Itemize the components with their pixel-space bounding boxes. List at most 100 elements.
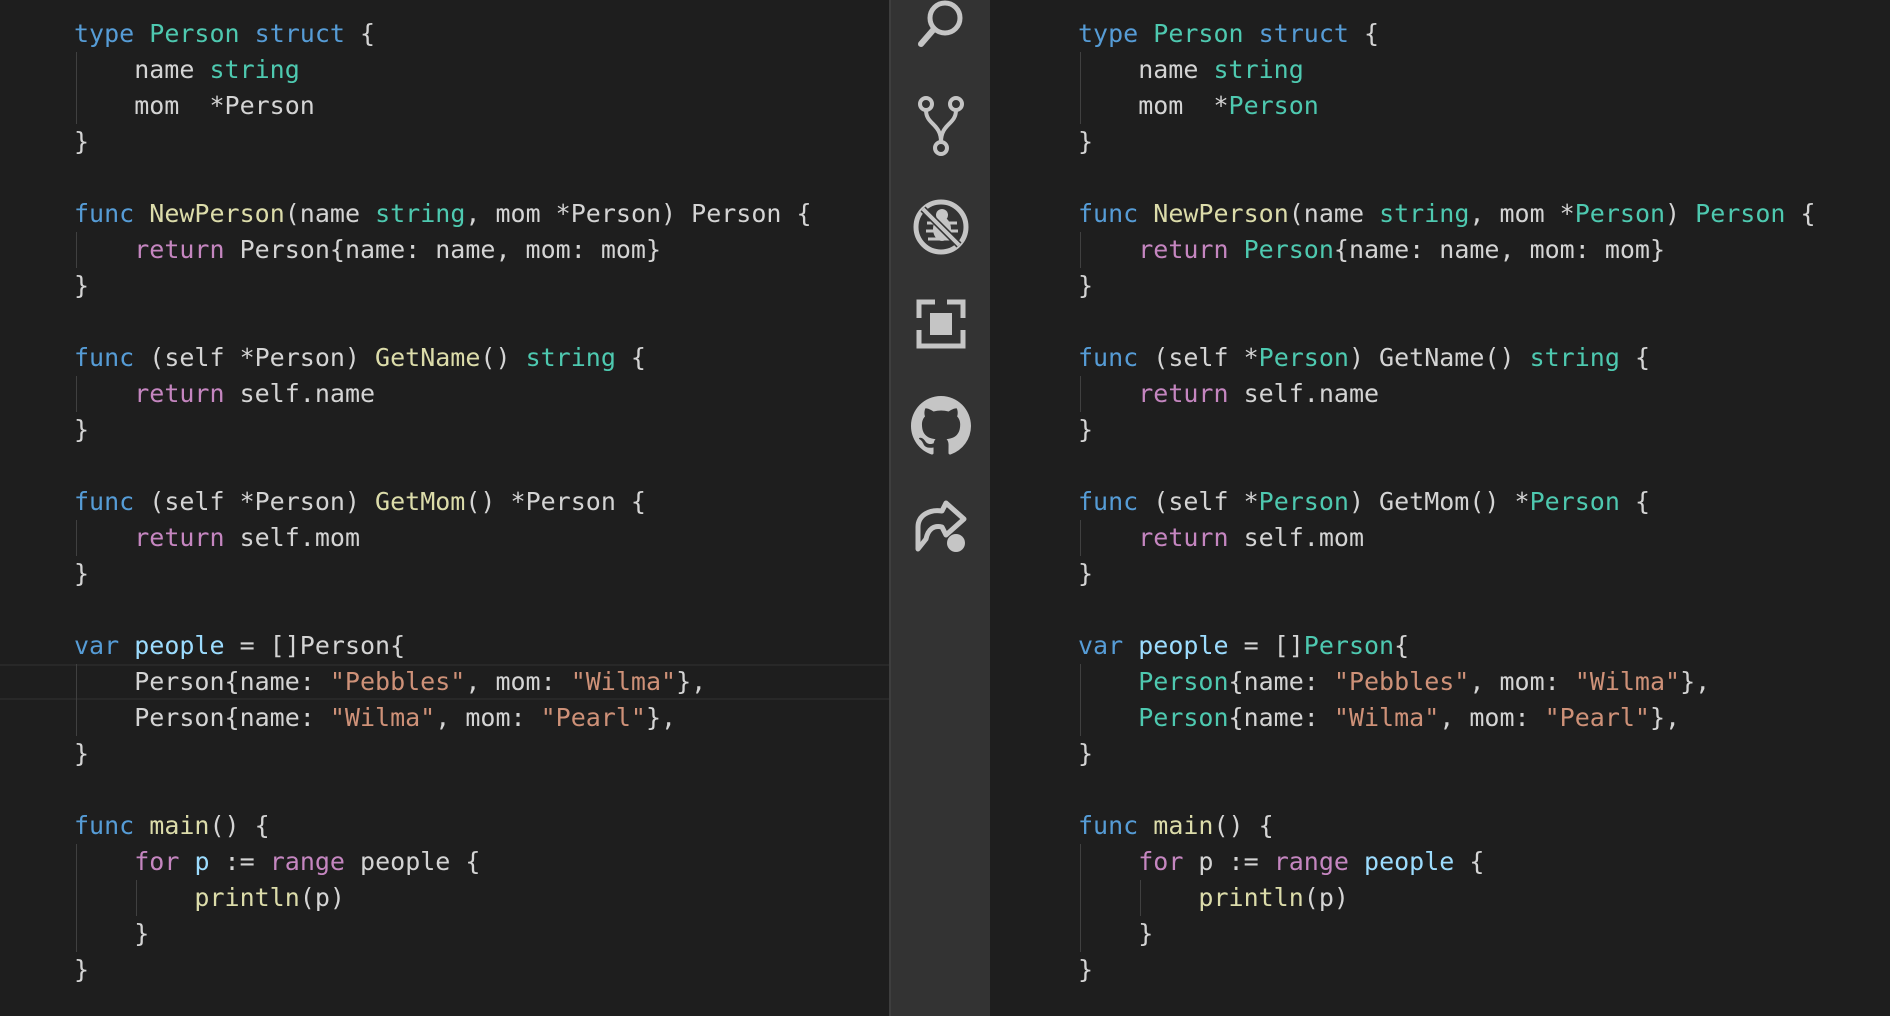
code-token: () [480, 343, 526, 372]
code-area[interactable]: type Person struct { name string mom *Pe… [0, 16, 889, 988]
code-token: } [74, 919, 150, 948]
code-area[interactable]: type Person struct { name string mom *Pe… [1078, 16, 1816, 988]
code-line[interactable]: Person{name: "Wilma", mom: "Pearl"}, [1078, 700, 1816, 736]
code-line[interactable]: mom *Person [1078, 88, 1816, 124]
code-line[interactable]: Person{name: "Wilma", mom: "Pearl"}, [74, 700, 812, 736]
github-icon[interactable] [891, 396, 990, 456]
indent-guide [76, 52, 77, 124]
code-token: } [1078, 955, 1094, 984]
code-token: {name: name, mom: mom} [1333, 235, 1666, 264]
code-line[interactable] [74, 448, 812, 484]
debug-icon[interactable] [891, 196, 990, 258]
code-line[interactable]: type Person struct { [74, 16, 812, 52]
code-line[interactable]: var people = []Person{ [1078, 628, 1816, 664]
code-token: for [134, 847, 180, 876]
code-line[interactable]: func NewPerson(name string, mom *Person)… [1078, 196, 1816, 232]
code-line[interactable]: func NewPerson(name string, mom *Person)… [74, 196, 812, 232]
code-line[interactable]: for p := range people { [1078, 844, 1816, 880]
source-control-icon[interactable] [891, 94, 990, 158]
code-line[interactable]: func (self *Person) GetMom() *Person { [74, 484, 812, 520]
code-token: NewPerson [1153, 199, 1289, 228]
code-line[interactable]: name string [74, 52, 812, 88]
code-line[interactable]: } [1078, 268, 1816, 304]
code-line[interactable]: println(p) [74, 880, 812, 916]
extensions-icon[interactable] [891, 296, 990, 352]
code-line[interactable]: return self.mom [74, 520, 812, 556]
code-token: Person [1574, 199, 1666, 228]
code-token: string [1529, 343, 1620, 372]
code-line[interactable]: return Person{name: name, mom: mom} [1078, 232, 1816, 268]
code-line[interactable]: } [1078, 916, 1816, 952]
code-line[interactable]: } [1078, 736, 1816, 772]
code-line[interactable]: return self.name [1078, 376, 1816, 412]
code-line[interactable]: for p := range people { [74, 844, 812, 880]
code-token: func [74, 343, 135, 372]
code-token: return [1138, 523, 1229, 552]
code-line[interactable]: name string [1078, 52, 1816, 88]
code-line[interactable]: func (self *Person) GetName() string { [1078, 340, 1816, 376]
editor-left[interactable]: type Person struct { name string mom *Pe… [0, 0, 889, 1016]
code-token: } [74, 739, 90, 768]
search-icon[interactable] [891, 0, 990, 56]
code-token: func [1078, 199, 1139, 228]
code-line[interactable]: Person{name: "Pebbles", mom: "Wilma"}, [1078, 664, 1816, 700]
code-line[interactable]: } [1078, 412, 1816, 448]
indent-guide [1080, 664, 1081, 736]
code-token: { [1785, 199, 1816, 228]
code-token: return [134, 235, 225, 264]
code-line[interactable]: } [74, 916, 812, 952]
code-line[interactable]: } [74, 952, 812, 988]
code-line[interactable] [1078, 160, 1816, 196]
code-line[interactable]: } [1078, 124, 1816, 160]
code-token: func [74, 811, 135, 840]
code-line[interactable]: mom *Person [74, 88, 812, 124]
code-token: { [615, 343, 646, 372]
code-token: } [74, 955, 90, 984]
code-line[interactable]: return self.mom [1078, 520, 1816, 556]
code-line[interactable]: return Person{name: name, mom: mom} [74, 232, 812, 268]
code-line[interactable]: Person{name: "Pebbles", mom: "Wilma"}, [0, 664, 889, 700]
code-line[interactable]: } [74, 556, 812, 592]
code-token: return [1138, 379, 1229, 408]
code-line[interactable]: } [74, 412, 812, 448]
code-line[interactable]: var people = []Person{ [74, 628, 812, 664]
code-token: people [134, 631, 225, 660]
code-line[interactable]: return self.name [74, 376, 812, 412]
code-line[interactable]: } [74, 124, 812, 160]
code-line[interactable]: println(p) [1078, 880, 1816, 916]
code-token: p := [1183, 847, 1274, 876]
code-line[interactable] [74, 592, 812, 628]
code-line[interactable] [74, 772, 812, 808]
editor-right[interactable]: type Person struct { name string mom *Pe… [990, 0, 1890, 1016]
code-token: , mom: [1439, 703, 1545, 732]
code-line[interactable]: func main() { [1078, 808, 1816, 844]
code-line[interactable] [1078, 772, 1816, 808]
live-share-icon[interactable] [891, 496, 990, 556]
code-line[interactable] [1078, 592, 1816, 628]
code-line[interactable]: func main() { [74, 808, 812, 844]
code-token: "Wilma" [329, 703, 436, 732]
code-line[interactable] [1078, 448, 1816, 484]
code-line[interactable]: } [74, 268, 812, 304]
code-line[interactable] [1078, 304, 1816, 340]
code-token: {name: [1228, 703, 1334, 732]
code-line[interactable]: func (self *Person) GetMom() *Person { [1078, 484, 1816, 520]
code-line[interactable]: } [1078, 952, 1816, 988]
code-line[interactable]: type Person struct { [1078, 16, 1816, 52]
code-token: (self *Person) [134, 343, 376, 372]
code-line[interactable] [74, 304, 812, 340]
code-line[interactable]: } [74, 736, 812, 772]
code-token: self.mom [224, 523, 360, 552]
code-line[interactable] [74, 160, 812, 196]
code-line[interactable]: } [1078, 556, 1816, 592]
code-token: struct [1258, 19, 1349, 48]
code-line[interactable]: func (self *Person) GetName() string { [74, 340, 812, 376]
code-token: } [74, 271, 90, 300]
